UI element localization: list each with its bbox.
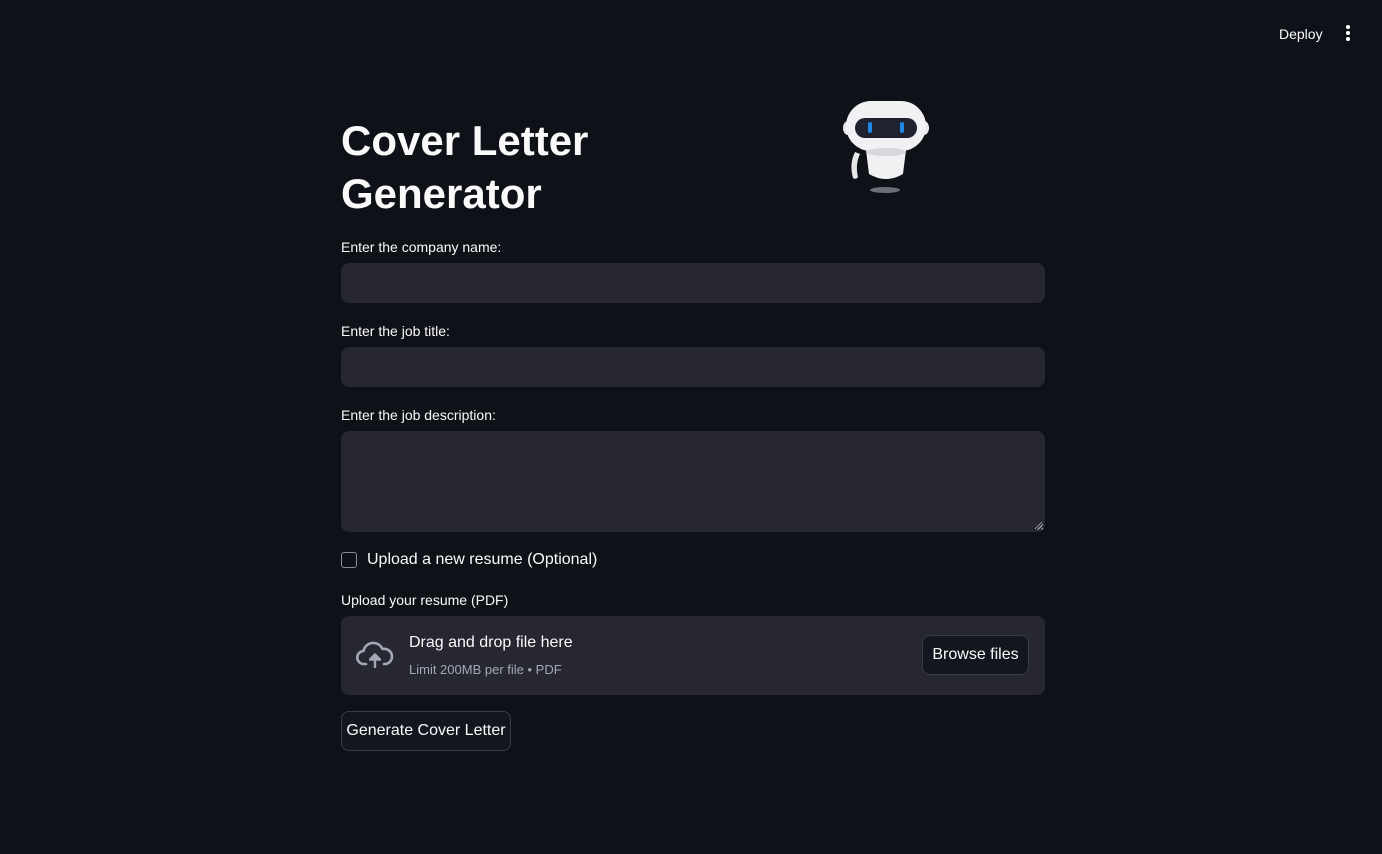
job-description-label: Enter the job description: bbox=[341, 407, 496, 423]
company-name-label: Enter the company name: bbox=[341, 239, 502, 255]
file-dropzone[interactable]: Drag and drop file here Limit 200MB per … bbox=[341, 616, 1045, 695]
upload-new-resume-label: Upload a new resume (Optional) bbox=[367, 551, 598, 568]
cloud-upload-icon bbox=[356, 641, 394, 669]
top-toolbar: Deploy bbox=[0, 0, 1382, 60]
page-title: Cover Letter Generator bbox=[341, 117, 589, 217]
robot-icon bbox=[843, 101, 929, 193]
upload-resume-label: Upload your resume (PDF) bbox=[341, 592, 509, 608]
deploy-button[interactable]: Deploy bbox=[1272, 24, 1330, 44]
upload-new-resume-checkbox-row[interactable]: Upload a new resume (Optional) bbox=[341, 549, 597, 571]
browse-files-button[interactable]: Browse files bbox=[922, 635, 1029, 675]
generate-cover-letter-button[interactable]: Generate Cover Letter bbox=[341, 711, 511, 751]
job-title-input[interactable] bbox=[341, 347, 1045, 387]
dropzone-title: Drag and drop file here bbox=[409, 634, 573, 651]
job-title-label: Enter the job title: bbox=[341, 323, 450, 339]
kebab-menu-icon[interactable] bbox=[1338, 22, 1358, 44]
company-name-input[interactable] bbox=[341, 263, 1045, 303]
upload-new-resume-checkbox[interactable] bbox=[341, 552, 357, 568]
resize-grip-icon[interactable] bbox=[1033, 520, 1043, 530]
job-description-textarea[interactable] bbox=[341, 431, 1045, 532]
dropzone-limit-text: Limit 200MB per file • PDF bbox=[409, 662, 562, 677]
